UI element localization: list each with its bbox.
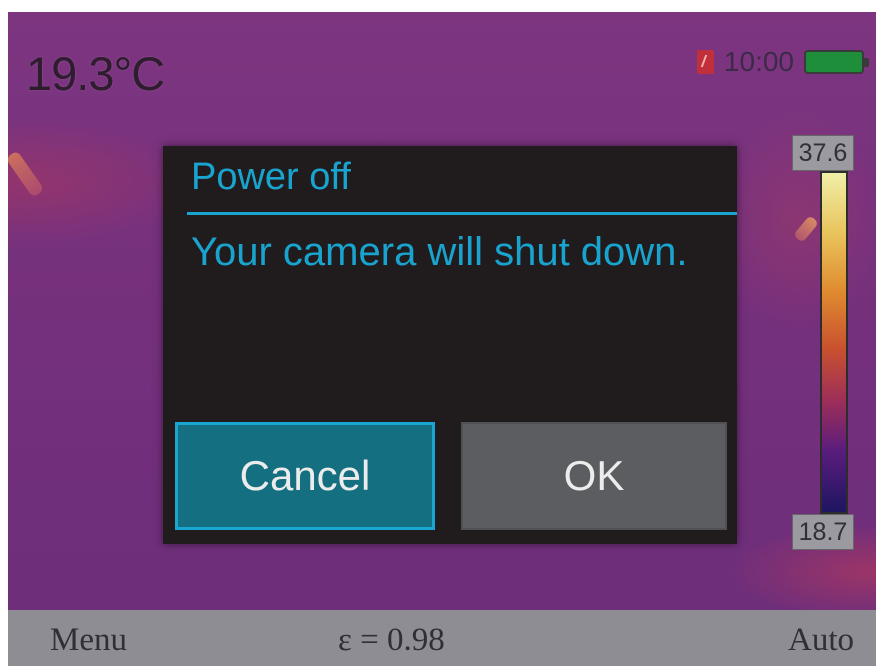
hot-spot [8, 150, 45, 198]
power-off-dialog: Power off Your camera will shut down. Ca… [163, 146, 737, 544]
menu-softkey[interactable]: Menu [50, 622, 127, 659]
scale-min-value: 18.7 [792, 514, 854, 550]
color-palette-bar [820, 171, 848, 514]
cancel-button[interactable]: Cancel [175, 422, 435, 530]
status-bar: 10:00 [696, 42, 869, 82]
dialog-divider [187, 212, 737, 215]
dialog-title: Power off [191, 156, 351, 198]
hot-spot [793, 215, 819, 243]
clock: 10:00 [723, 46, 794, 77]
thermal-viewport: 19.3°C 10:00 37.6 18.7 Power off Your ca… [8, 12, 876, 666]
ok-button[interactable]: OK [461, 422, 727, 530]
sd-card-icon [696, 50, 714, 74]
spot-temperature: 19.3°C [26, 47, 165, 100]
scale-max-value: 37.6 [792, 135, 854, 171]
auto-softkey[interactable]: Auto [788, 622, 854, 659]
bottom-bar: Menu ε = 0.98 Auto [8, 610, 876, 666]
dialog-message: Your camera will shut down. [191, 230, 688, 274]
battery-full-icon [804, 50, 869, 74]
emissivity-readout: ε = 0.98 [338, 622, 445, 658]
